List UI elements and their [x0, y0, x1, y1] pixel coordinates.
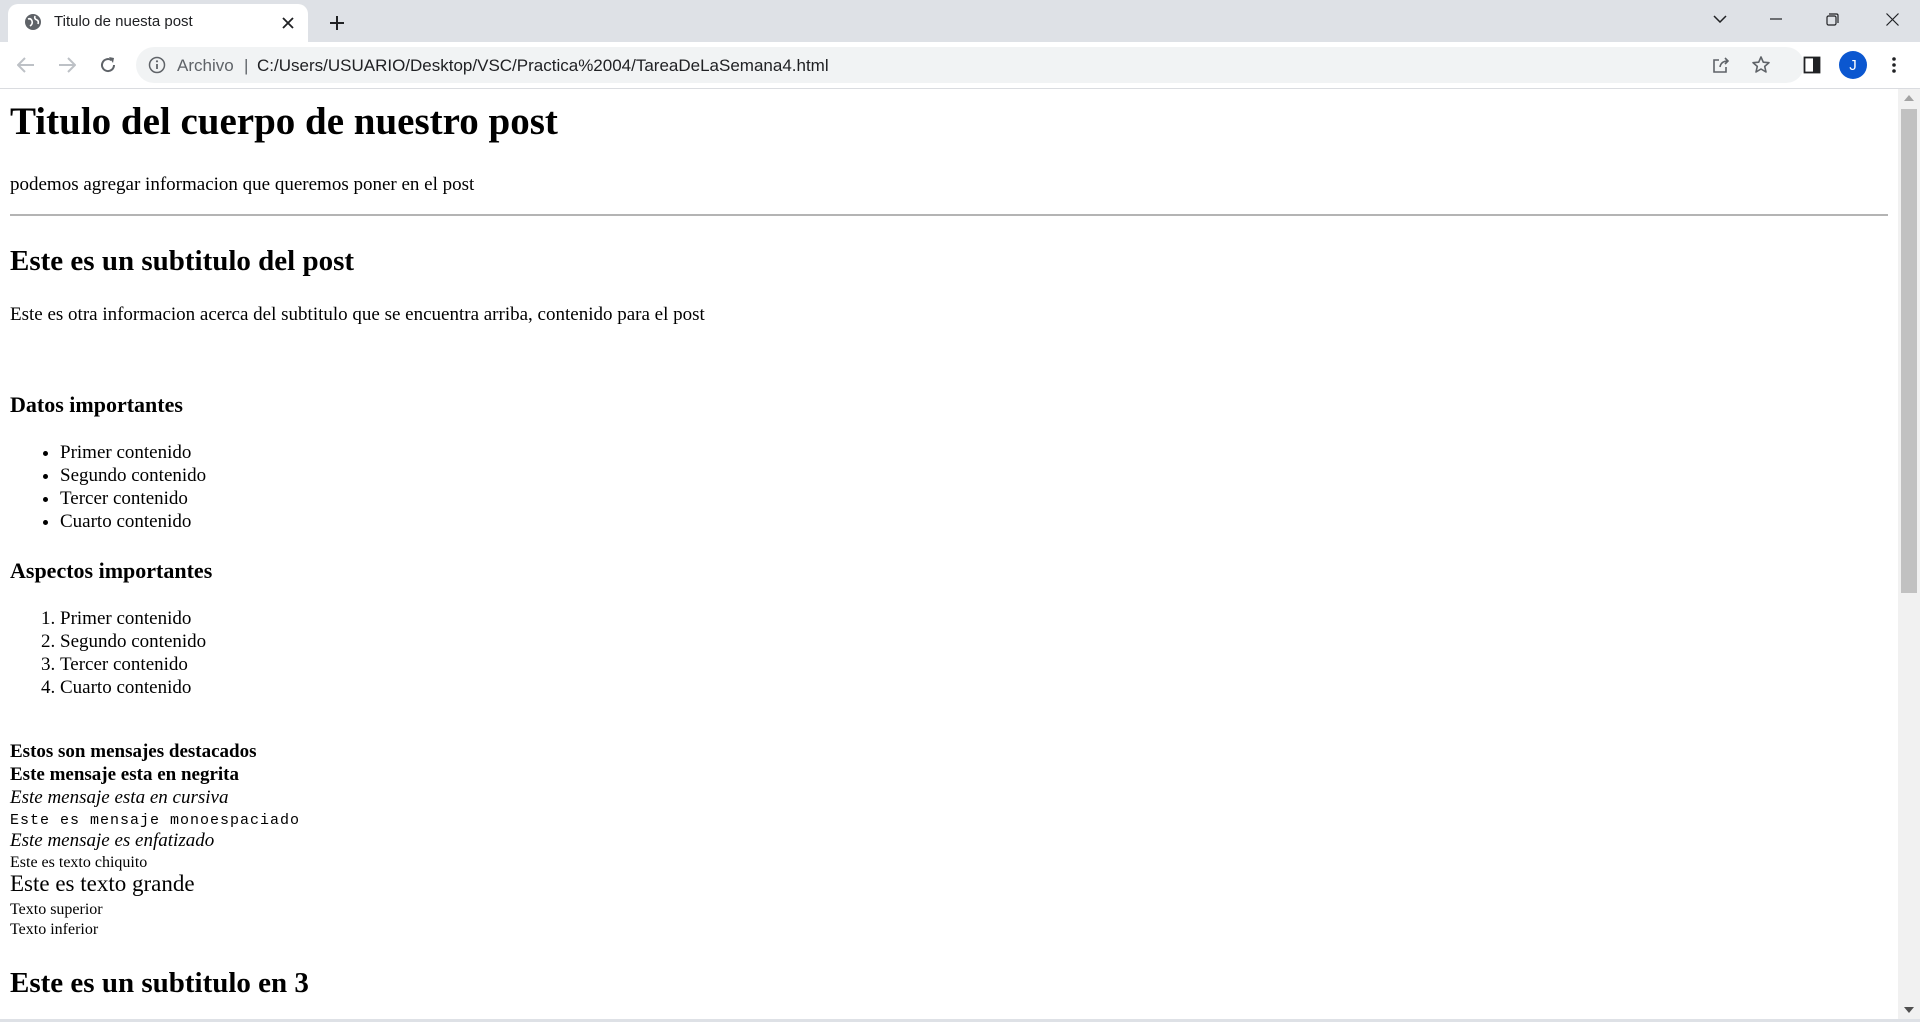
emphasized-text: Este mensaje es enfatizado [10, 830, 215, 851]
datos-heading: Datos importantes [10, 392, 183, 417]
subtitle-paragraph: Este es otra informacion acerca del subt… [10, 304, 705, 325]
vertical-scrollbar[interactable] [1898, 89, 1920, 1019]
close-window-icon[interactable] [1864, 0, 1920, 38]
new-tab-button[interactable] [322, 8, 352, 38]
browser-tab[interactable]: Titulo de nuesta post [8, 4, 308, 42]
globe-icon [24, 13, 42, 31]
list-item: Primer contenido [60, 441, 206, 464]
share-icon[interactable] [1710, 54, 1732, 76]
subtitle-level-3: Este es un subtitulo en 3 [10, 967, 309, 999]
datos-list: Primer contenido Segundo contenido Terce… [10, 441, 206, 533]
more-menu-icon[interactable] [1880, 51, 1908, 79]
back-arrow-icon[interactable] [10, 49, 42, 81]
scroll-down-arrow-icon[interactable] [1898, 1001, 1920, 1019]
bold-text: Este mensaje esta en negrita [10, 764, 240, 785]
list-item: Cuarto contenido [60, 510, 206, 533]
address-scheme-label: Archivo [177, 56, 234, 75]
tab-strip: Titulo de nuesta post [0, 0, 1920, 42]
aspectos-heading: Aspectos importantes [10, 558, 213, 583]
minimize-icon[interactable] [1748, 0, 1804, 38]
tab-search-icon[interactable] [1692, 0, 1748, 38]
side-panel-icon[interactable] [1798, 51, 1826, 79]
small-text: Este es texto chiquito [10, 854, 148, 871]
list-item: Primer contenido [60, 607, 206, 630]
address-bar[interactable]: Archivo | C:/Users/USUARIO/Desktop/VSC/P… [136, 47, 1804, 83]
intro-paragraph: podemos agregar informacion que queremos… [10, 174, 475, 195]
address-url[interactable]: C:/Users/USUARIO/Desktop/VSC/Practica%20… [257, 56, 829, 76]
close-tab-icon[interactable] [276, 11, 300, 35]
highlighted-text: Estos son mensajes destacados [10, 741, 257, 762]
aspectos-list: Primer contenido Segundo contenido Terce… [10, 607, 206, 699]
bookmark-star-icon[interactable] [1750, 54, 1772, 76]
address-separator: | [244, 56, 249, 75]
post-subtitle: Este es un subtitulo del post [10, 245, 355, 277]
profile-avatar[interactable]: J [1839, 51, 1867, 79]
horizontal-rule [10, 214, 1888, 216]
browser-toolbar: Archivo | C:/Users/USUARIO/Desktop/VSC/P… [0, 42, 1920, 89]
superior-text: Texto superior [10, 901, 103, 918]
list-item: Tercer contenido [60, 653, 206, 676]
scroll-up-arrow-icon[interactable] [1898, 89, 1920, 107]
forward-arrow-icon[interactable] [51, 49, 83, 81]
list-item: Segundo contenido [60, 630, 206, 653]
italic-text: Este mensaje esta en cursiva [10, 787, 229, 808]
reload-icon[interactable] [92, 49, 124, 81]
page-title: Titulo del cuerpo de nuestro post [10, 100, 558, 143]
tab-title: Titulo de nuesta post [54, 13, 193, 30]
big-text: Este es texto grande [10, 871, 195, 896]
list-item: Segundo contenido [60, 464, 206, 487]
scrollbar-thumb[interactable] [1901, 109, 1917, 593]
inferior-text: Texto inferior [10, 921, 99, 938]
list-item: Cuarto contenido [60, 676, 206, 699]
info-icon[interactable] [148, 56, 166, 74]
page-viewport: Titulo del cuerpo de nuestro post podemo… [0, 89, 1898, 1019]
restore-icon[interactable] [1804, 0, 1860, 38]
list-item: Tercer contenido [60, 487, 206, 510]
monospace-text: Este es mensaje monoespaciado [10, 812, 301, 829]
